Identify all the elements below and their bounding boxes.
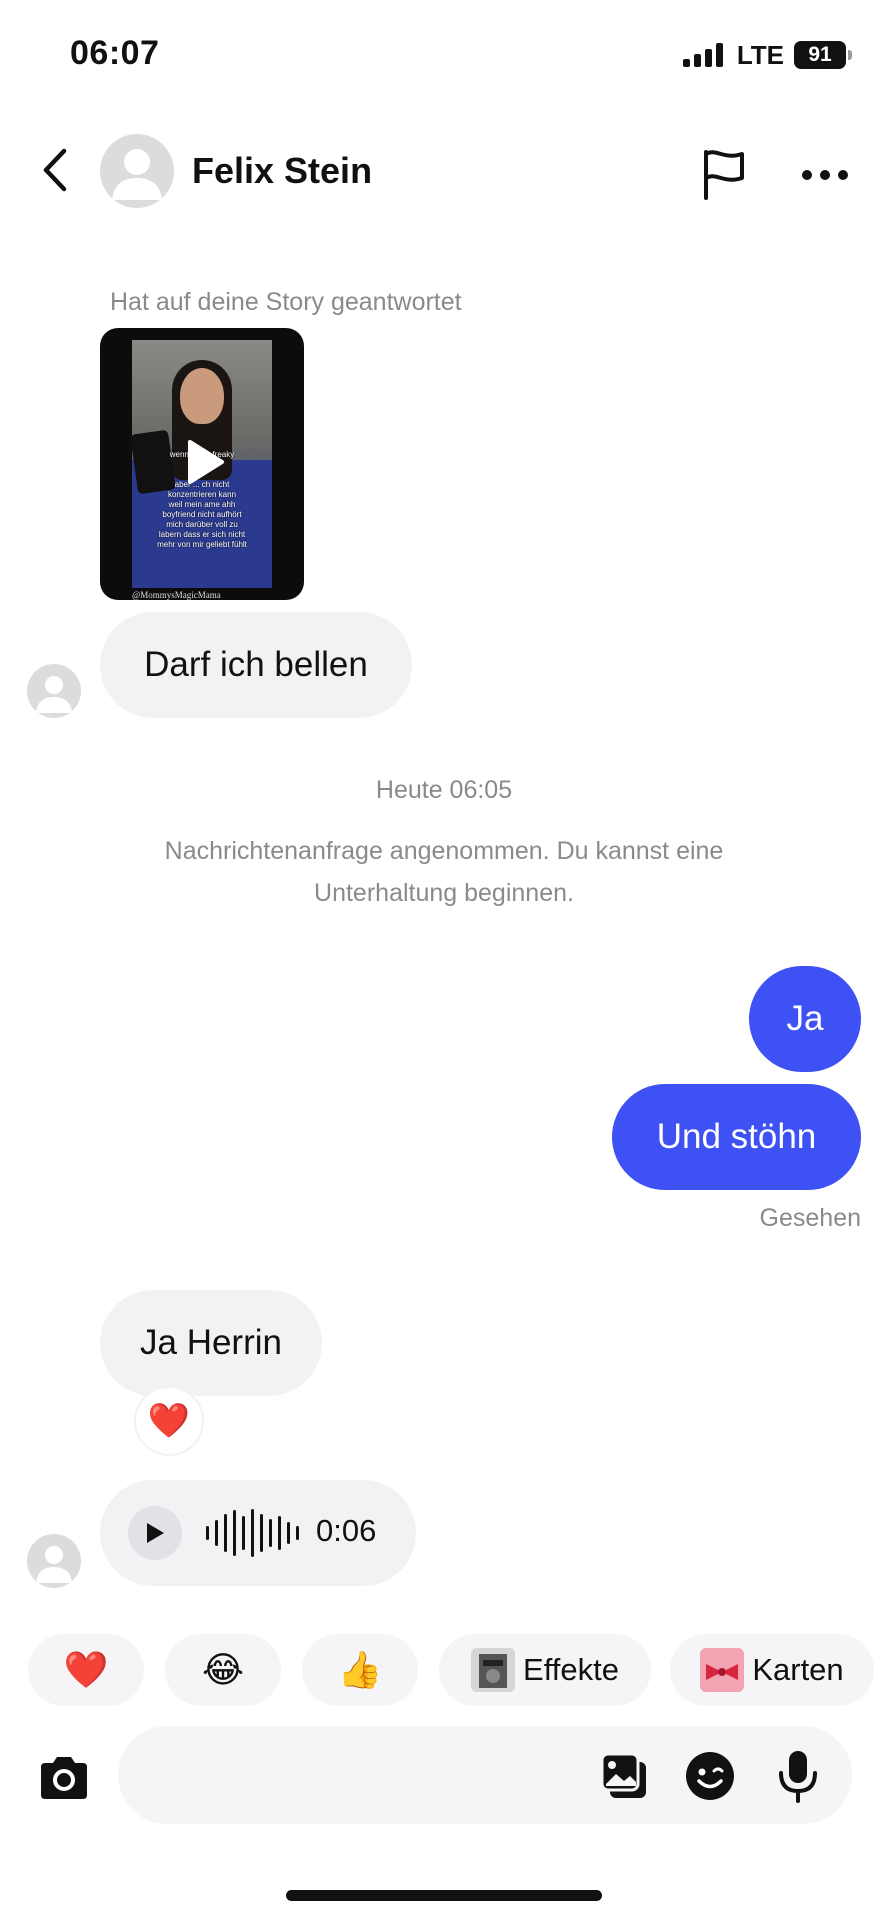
message-input[interactable] <box>148 1750 588 1800</box>
play-icon[interactable] <box>184 438 226 486</box>
story-reply-caption: Hat auf deine Story geantwortet <box>110 288 462 316</box>
cards-button[interactable]: Karten <box>670 1634 874 1706</box>
seen-label: Gesehen <box>759 1204 861 1232</box>
sticker-button[interactable] <box>682 1748 738 1804</box>
laugh-icon: 😂 <box>201 1649 245 1690</box>
story-thumbnail[interactable]: wenn ich ... freaky mit ... h aber ... c… <box>100 328 304 600</box>
quick-thumbs-up-button[interactable]: 👍 <box>302 1634 418 1706</box>
more-icon <box>802 170 848 180</box>
camera-icon <box>41 1757 87 1799</box>
message-bubble-outgoing[interactable]: Ja <box>749 966 861 1072</box>
camera-button[interactable] <box>34 1748 94 1808</box>
contact-name[interactable]: Felix Stein <box>192 150 372 192</box>
gallery-icon <box>600 1752 646 1798</box>
sticker-icon <box>686 1752 734 1800</box>
play-icon <box>147 1523 164 1543</box>
voice-waveform <box>206 1506 299 1560</box>
system-message-line: Nachrichtenanfrage angenommen. Du kannst… <box>164 837 724 865</box>
status-indicators: LTE 91 <box>682 38 852 72</box>
battery-icon: 91 <box>794 41 852 69</box>
sender-avatar[interactable] <box>27 664 81 718</box>
voice-play-button[interactable] <box>128 1506 182 1560</box>
system-message: Nachrichtenanfrage angenommen. Du kannst… <box>0 830 888 914</box>
message-reaction[interactable]: ❤️ <box>134 1386 204 1456</box>
message-bubble-outgoing[interactable]: Und stöhn <box>612 1084 861 1190</box>
message-composer[interactable] <box>118 1726 852 1824</box>
story-credit: @MommysMagicMama <box>132 590 221 600</box>
signal-icon <box>682 43 723 67</box>
status-time: 06:07 <box>70 34 160 72</box>
sender-avatar[interactable] <box>27 1534 81 1588</box>
status-bar: 06:07 LTE 91 <box>0 0 888 110</box>
back-icon <box>43 148 67 192</box>
thumbs-up-icon: 👍 <box>337 1649 383 1690</box>
message-bubble-incoming[interactable]: Ja Herrin <box>100 1290 322 1396</box>
cards-thumbnail-icon <box>700 1648 745 1692</box>
battery-level: 91 <box>808 43 832 66</box>
network-label: LTE <box>736 39 784 70</box>
quick-heart-button[interactable]: ❤️ <box>28 1634 144 1706</box>
home-indicator[interactable] <box>286 1890 602 1901</box>
back-button[interactable] <box>30 142 80 198</box>
message-bubble-incoming[interactable]: Darf ich bellen <box>100 612 412 718</box>
voice-message[interactable]: 0:06 <box>100 1480 416 1586</box>
more-options-button[interactable] <box>790 150 860 200</box>
report-button[interactable] <box>694 146 754 202</box>
contact-avatar[interactable] <box>100 134 174 208</box>
microphone-icon <box>779 1751 817 1803</box>
chat-header: Felix Stein <box>0 120 888 220</box>
flag-icon <box>704 150 744 200</box>
quick-laugh-button[interactable]: 😂 <box>165 1634 281 1706</box>
system-message-line: Unterhaltung beginnen. <box>314 879 574 907</box>
heart-icon: ❤️ <box>63 1649 109 1690</box>
heart-reaction-icon: ❤️ <box>147 1402 191 1440</box>
cards-label: Karten <box>752 1652 844 1687</box>
voice-record-button[interactable] <box>770 1748 826 1804</box>
gallery-button[interactable] <box>596 1748 652 1804</box>
effects-label: Effekte <box>523 1652 619 1687</box>
voice-duration: 0:06 <box>316 1513 377 1548</box>
effects-button[interactable]: Effekte <box>439 1634 651 1706</box>
effects-thumbnail-icon <box>471 1648 516 1692</box>
timestamp: Heute 06:05 <box>375 776 513 804</box>
